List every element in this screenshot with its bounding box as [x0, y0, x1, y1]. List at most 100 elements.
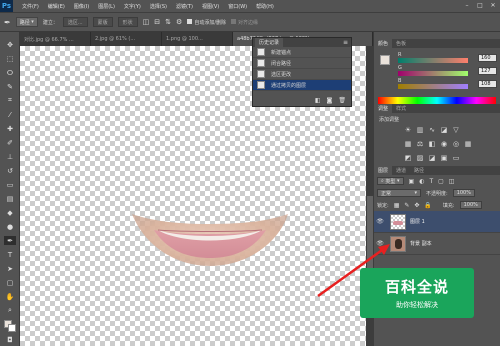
tab-document[interactable]: 1.png @ 100... [162, 32, 233, 46]
align-edges-checkbox[interactable]: 对齐边缘 [231, 18, 258, 26]
menu-help[interactable]: 帮助(H) [256, 3, 274, 10]
red-value-field[interactable]: 160 [478, 54, 497, 62]
checkbox-checked[interactable] [187, 18, 193, 24]
filter-shape-icon[interactable]: ▢ [438, 178, 444, 185]
menu-window[interactable]: 窗口(W) [228, 3, 247, 10]
tab-adjustments[interactable]: 调整 [374, 104, 393, 113]
tab-layers[interactable]: 图层 [374, 166, 393, 175]
lock-image-icon[interactable]: ✎ [404, 202, 409, 209]
gradient-map-icon[interactable]: ▭ [452, 154, 460, 162]
color-balance-icon[interactable]: ⚖ [416, 140, 424, 148]
history-item-selected[interactable]: 通过拷贝的图层 [253, 80, 351, 91]
mask-button[interactable]: 蒙版 [92, 17, 113, 27]
posterize-icon[interactable]: ▨ [416, 154, 424, 162]
gear-icon[interactable]: ⚙ [176, 18, 182, 26]
color-spectrum-bar[interactable] [378, 97, 496, 104]
history-item[interactable]: 新建锚点 [253, 47, 351, 58]
maximize-button[interactable]: □ [475, 1, 485, 10]
marquee-tool-icon[interactable]: ⬚ [4, 54, 16, 63]
filter-smart-icon[interactable]: ◫ [449, 178, 455, 185]
eye-icon[interactable]: 👁 [374, 218, 386, 225]
shape-tool-icon[interactable]: ▢ [4, 278, 16, 287]
lock-all-icon[interactable]: 🔒 [424, 202, 431, 209]
clone-stamp-tool-icon[interactable]: ⊥ [4, 152, 16, 161]
eraser-tool-icon[interactable]: ▭ [4, 180, 16, 189]
invert-icon[interactable]: ◩ [404, 154, 412, 162]
channel-mixer-icon[interactable]: ◎ [452, 140, 460, 148]
tab-swatches[interactable]: 色板 [392, 39, 410, 48]
tab-paths[interactable]: 路径 [410, 166, 428, 175]
zoom-tool-icon[interactable]: ⌕ [4, 306, 16, 315]
menu-image[interactable]: 图像(I) [74, 3, 89, 10]
exposure-icon[interactable]: ◪ [440, 126, 448, 134]
color-lookup-icon[interactable]: ▦ [464, 140, 472, 148]
tab-document[interactable]: 2.jpg @ 61% (... [91, 32, 162, 46]
menu-file[interactable]: 文件(F) [22, 3, 39, 10]
mode-select[interactable]: 路径 ▾ [15, 17, 38, 27]
panel-menu-icon[interactable]: ≡ [343, 39, 348, 46]
snapshot-camera-icon[interactable]: ◙ [327, 97, 333, 104]
move-tool-icon[interactable]: ✥ [4, 40, 16, 49]
selective-color-icon[interactable]: ▣ [440, 154, 448, 162]
blue-slider[interactable] [398, 84, 468, 89]
menu-layer[interactable]: 图层(L) [98, 3, 115, 10]
menu-type[interactable]: 文字(Y) [124, 3, 141, 10]
vibrance-icon[interactable]: ▽ [452, 126, 460, 134]
type-tool-icon[interactable]: T [4, 250, 16, 259]
blur-tool-icon[interactable]: ◆ [4, 208, 16, 217]
threshold-icon[interactable]: ◪ [428, 154, 436, 162]
tab-styles[interactable]: 样式 [392, 104, 410, 113]
new-document-from-state-icon[interactable]: ◧ [315, 97, 321, 104]
levels-icon[interactable]: ▥ [416, 126, 424, 134]
green-value-field[interactable]: 127 [478, 67, 497, 75]
quick-select-tool-icon[interactable]: ✎ [4, 82, 16, 91]
auto-add-delete-checkbox[interactable]: 自动添加/删除 [187, 18, 226, 26]
lock-position-icon[interactable]: ✥ [414, 202, 419, 209]
fill-field[interactable]: 100% [459, 201, 482, 209]
layer-row-selected[interactable]: 👁 图层 1 [374, 211, 500, 233]
minimize-button[interactable]: – [462, 1, 472, 10]
path-ops-icon[interactable]: ◫ [143, 18, 150, 26]
opacity-field[interactable]: 100% [452, 189, 475, 197]
brightness-contrast-icon[interactable]: ☀ [404, 126, 412, 134]
healing-brush-tool-icon[interactable]: ✚ [4, 124, 16, 133]
foreground-color-swatch[interactable] [380, 55, 390, 65]
background-color-swatch[interactable] [8, 324, 16, 332]
green-slider[interactable] [398, 71, 468, 76]
filter-pixel-icon[interactable]: ▣ [409, 178, 415, 185]
blue-value-field[interactable]: 108 [478, 80, 497, 88]
curves-icon[interactable]: ∿ [428, 126, 436, 134]
lasso-tool-icon[interactable]: ⵔ [4, 68, 16, 77]
quick-mask-icon[interactable]: ◘ [4, 335, 16, 344]
dodge-tool-icon[interactable]: ● [4, 222, 16, 231]
eye-icon[interactable]: 👁 [374, 240, 386, 247]
checkbox-unchecked[interactable] [231, 18, 236, 24]
menu-select[interactable]: 选择(S) [150, 3, 167, 10]
trash-icon[interactable]: 🗑 [338, 97, 346, 104]
menu-filter[interactable]: 滤镜(T) [176, 3, 193, 10]
close-button[interactable]: ✕ [488, 1, 498, 10]
eyedropper-tool-icon[interactable]: ⁄ [4, 110, 16, 119]
lock-transparent-icon[interactable]: ▦ [394, 202, 400, 209]
tab-channels[interactable]: 通道 [392, 166, 410, 175]
brush-tool-icon[interactable]: ✐ [4, 138, 16, 147]
tab-color[interactable]: 颜色 [374, 39, 393, 48]
photo-filter-icon[interactable]: ◉ [440, 140, 448, 148]
filter-adjustment-icon[interactable]: ◐ [419, 178, 424, 185]
shape-button[interactable]: 形状 [117, 17, 138, 27]
tab-history[interactable]: 历史记录 [255, 38, 284, 47]
tab-document[interactable]: 对比.jpg @ 66.7% ... [20, 32, 91, 46]
history-item[interactable]: 闭合路径 [253, 58, 351, 69]
layer-filter-select[interactable]: ⌕ 类型 ▾ [377, 177, 404, 185]
history-item[interactable]: 选区更改 [253, 69, 351, 80]
filter-type-icon[interactable]: T [429, 178, 433, 185]
path-align-icon[interactable]: ⊟ [154, 18, 160, 26]
black-white-icon[interactable]: ◧ [428, 140, 436, 148]
hue-saturation-icon[interactable]: ▦ [404, 140, 412, 148]
blend-mode-select[interactable]: 正常 ▾ [377, 189, 421, 197]
path-arrange-icon[interactable]: ⇅ [165, 18, 171, 26]
path-select-tool-icon[interactable]: ➤ [4, 264, 16, 273]
menu-edit[interactable]: 编辑(E) [48, 3, 65, 10]
red-slider[interactable] [398, 58, 468, 63]
hand-tool-icon[interactable]: ✋ [4, 292, 16, 301]
